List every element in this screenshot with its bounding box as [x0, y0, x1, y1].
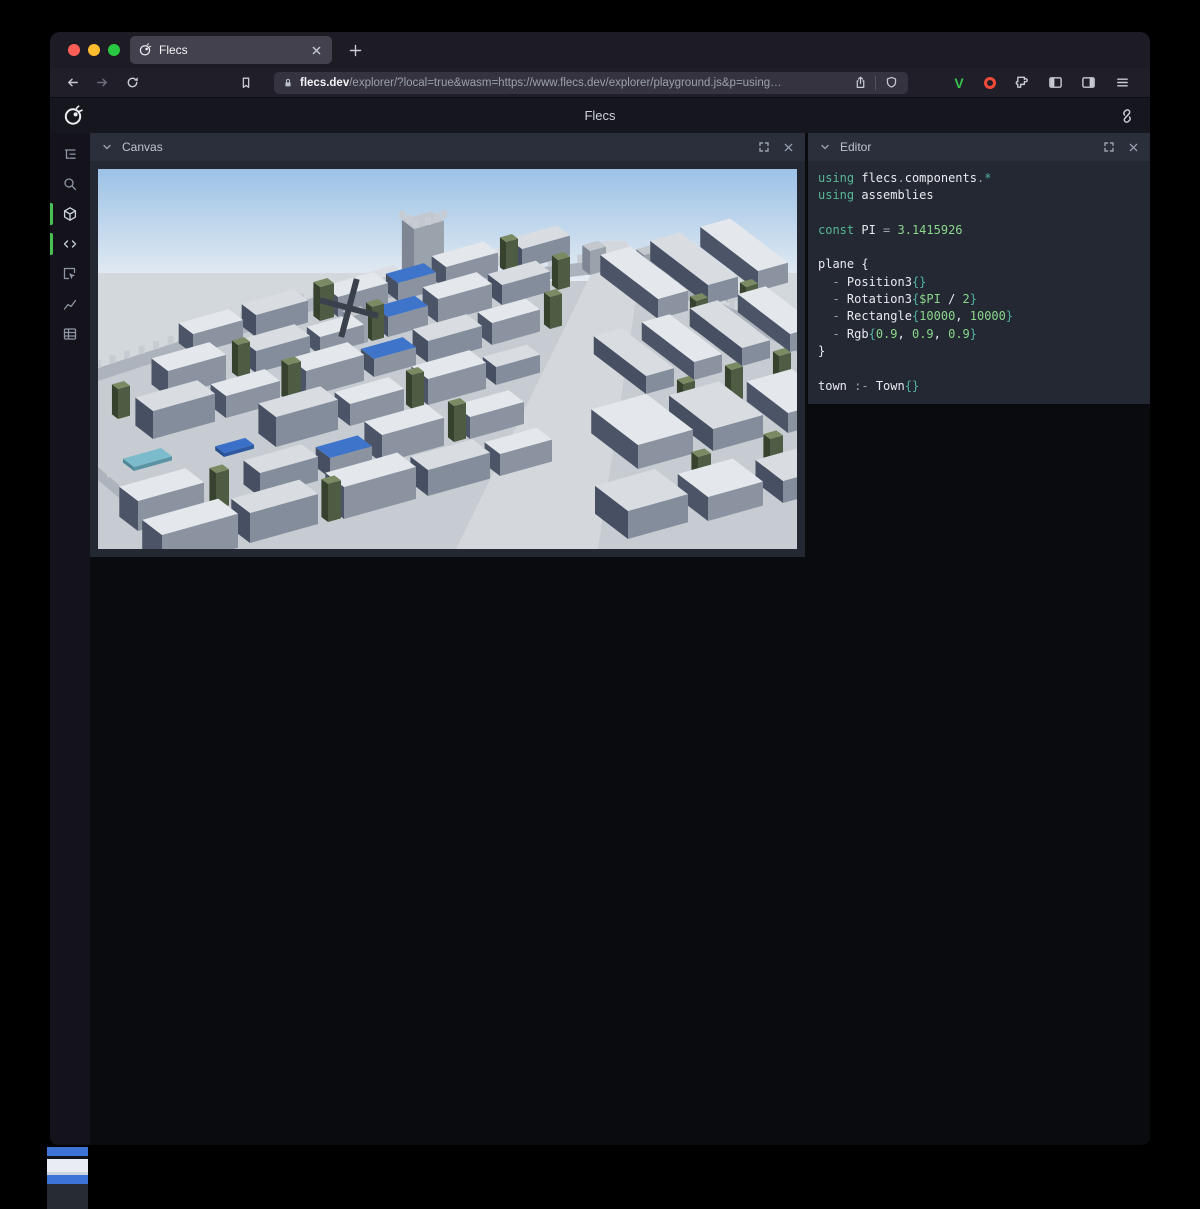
canvas-panel-title: Canvas: [122, 140, 749, 154]
sidebar-item-chart[interactable]: [50, 289, 90, 319]
adblock-ring-icon: [984, 77, 996, 89]
shield-icon[interactable]: [882, 74, 900, 92]
sidebar-item-code[interactable]: [50, 229, 90, 259]
sidebar-item-grid[interactable]: [50, 319, 90, 349]
back-button[interactable]: [60, 71, 84, 95]
browser-navbar: flecs.dev/explorer/?local=true&wasm=http…: [50, 68, 1150, 98]
sidebar-item-inspect[interactable]: [50, 259, 90, 289]
flecs-logo[interactable]: [60, 103, 86, 129]
browser-window: Flecs: [50, 32, 1150, 1145]
sidebar-item-search[interactable]: [50, 169, 90, 199]
background-window-peek: [47, 1147, 88, 1209]
minimize-window-button[interactable]: [88, 44, 100, 56]
desktop-background: Flecs: [0, 0, 1200, 1209]
canvas-expand-button[interactable]: [755, 138, 773, 156]
editor-code[interactable]: using flecs.components.*using assemblies…: [818, 170, 1140, 395]
address-bar[interactable]: flecs.dev/explorer/?local=true&wasm=http…: [274, 72, 908, 94]
extension-vimium-button[interactable]: V: [949, 72, 969, 94]
extensions-puzzle-button[interactable]: [1011, 72, 1033, 94]
canvas-close-button[interactable]: [779, 138, 797, 156]
bookmark-icon[interactable]: [234, 71, 258, 95]
sidebar-toggle-button[interactable]: [1044, 72, 1066, 94]
tab-favicon-flecs-logo: [138, 43, 152, 57]
toolbar-extensions: V: [949, 71, 1140, 95]
editor-panel: Editor using flecs.components.*using ass…: [808, 133, 1150, 404]
canvas-collapse-chevron-icon[interactable]: [98, 138, 116, 156]
explorer-content: Canvas: [50, 133, 1150, 1145]
canvas-3d-viewport[interactable]: [98, 169, 797, 549]
canvas-panel-header: Canvas: [90, 133, 805, 161]
tab-close-button[interactable]: [308, 42, 324, 58]
editor-panel-title: Editor: [840, 140, 1094, 154]
main-area: Canvas: [90, 133, 1150, 1145]
reload-button[interactable]: [120, 71, 144, 95]
new-tab-button[interactable]: [342, 37, 368, 63]
close-window-button[interactable]: [68, 44, 80, 56]
icon-sidebar: [50, 133, 90, 1145]
lock-icon: [282, 77, 294, 89]
tab-panel-button[interactable]: [1077, 72, 1099, 94]
zoom-window-button[interactable]: [108, 44, 120, 56]
share-button[interactable]: [851, 74, 869, 92]
editor-panel-body: using flecs.components.*using assemblies…: [808, 161, 1150, 404]
tab-flecs[interactable]: Flecs: [130, 36, 332, 64]
extension-adblock-button[interactable]: [980, 72, 1000, 94]
editor-close-button[interactable]: [1124, 138, 1142, 156]
editor-expand-button[interactable]: [1100, 138, 1118, 156]
url-path: /explorer/?local=true&wasm=https://www.f…: [349, 77, 781, 89]
canvas-panel-body: [90, 161, 805, 557]
page-title: Flecs: [50, 108, 1150, 123]
browser-titlebar: Flecs: [50, 32, 1150, 68]
editor-panel-header: Editor: [808, 133, 1150, 161]
tab-title: Flecs: [159, 43, 301, 57]
canvas-panel: Canvas: [90, 133, 805, 557]
editor-collapse-chevron-icon[interactable]: [816, 138, 834, 156]
permalink-chain-button[interactable]: [1114, 103, 1140, 129]
forward-button[interactable]: [90, 71, 114, 95]
app-header: Flecs: [50, 98, 1150, 133]
sidebar-item-cube[interactable]: [50, 199, 90, 229]
canvas-3d-scene: [98, 169, 797, 549]
url-text: flecs.dev/explorer/?local=true&wasm=http…: [300, 77, 845, 89]
menu-hamburger-button[interactable]: [1110, 71, 1134, 95]
traffic-lights: [68, 44, 120, 56]
urlbar-divider: [875, 76, 876, 90]
url-domain: flecs.dev: [300, 77, 349, 89]
sidebar-item-outline-tree[interactable]: [50, 139, 90, 169]
